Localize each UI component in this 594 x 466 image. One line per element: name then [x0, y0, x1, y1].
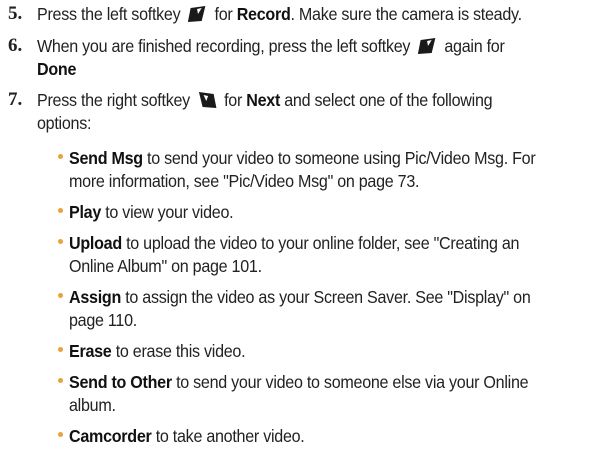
- key-action-next: Next: [246, 90, 281, 110]
- step-text: Press the right softkey for Next and sel…: [37, 90, 493, 133]
- step-text: Press the left softkey for Record. Make …: [37, 4, 522, 24]
- step-text: When you are finished recording, press t…: [37, 36, 505, 79]
- left-softkey-icon: [188, 6, 206, 22]
- bullet-icon: [58, 432, 63, 437]
- bullet-icon: [58, 239, 63, 244]
- key-action-done: Done: [37, 59, 77, 79]
- right-softkey-icon: [198, 92, 217, 108]
- step-number: 7.: [8, 89, 23, 110]
- bullet-icon: [58, 154, 63, 159]
- left-softkey-icon: [418, 38, 436, 54]
- bullet-icon: [58, 378, 63, 383]
- bullet-icon: [58, 208, 63, 213]
- bullet-icon: [58, 293, 63, 298]
- step-number: 5.: [8, 3, 23, 24]
- bullet-icon: [58, 347, 63, 352]
- key-action-record: Record: [236, 4, 291, 24]
- manual-page: 5. Press the left softkey for Record. Ma…: [0, 0, 594, 466]
- step-number: 6.: [8, 35, 23, 56]
